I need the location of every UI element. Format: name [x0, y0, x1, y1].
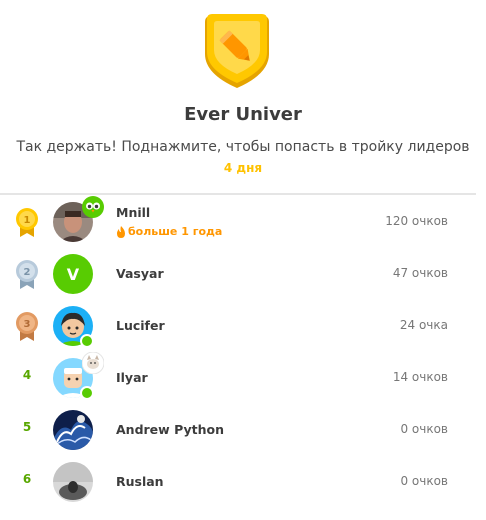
leaderboard-row[interactable]: 1 Mnill больше 1 года 120 очков [0, 196, 476, 248]
rank-number: 4 [22, 368, 32, 382]
rank-number: 1 [24, 215, 31, 226]
fire-icon [117, 225, 125, 238]
user-name[interactable]: Mnill [116, 205, 150, 220]
avatar[interactable] [53, 410, 93, 450]
leaderboard-row[interactable]: 2 V Vasyar 47 очков [0, 248, 476, 300]
gold-medal-icon: 1 [16, 208, 38, 237]
user-name[interactable]: Andrew Python [116, 422, 224, 437]
user-name[interactable]: Ilyar [116, 370, 148, 385]
xp-value: 14 очков [392, 370, 448, 384]
bronze-medal-icon: 3 [16, 312, 38, 341]
avatar[interactable]: V [53, 254, 93, 294]
rank-number: 2 [24, 267, 31, 278]
user-name[interactable]: Lucifer [116, 318, 165, 333]
leaderboard-row[interactable]: 4 Ilyar 14 очков [0, 352, 476, 404]
user-name[interactable]: Vasyar [116, 266, 164, 281]
league-title: Ever Univer [184, 104, 302, 125]
owl-badge-icon [82, 196, 104, 218]
rank-number: 6 [22, 472, 32, 486]
streak-text: больше 1 года [128, 225, 223, 238]
rank-number: 3 [24, 319, 31, 330]
user-name[interactable]: Ruslan [116, 474, 164, 489]
avatar-letter: V [66, 264, 80, 284]
days-left: 4 дня [223, 161, 263, 175]
xp-value: 24 очка [399, 318, 448, 332]
rank-number: 5 [22, 420, 32, 434]
cat-badge-icon [82, 352, 104, 374]
avatar[interactable] [53, 462, 93, 502]
xp-value: 0 очков [400, 474, 448, 488]
leaderboard-row[interactable]: 3 Lucifer 24 очка [0, 300, 476, 352]
league-leaderboard: Ever Univer Так держать! Поднажмите, что… [0, 0, 486, 520]
online-indicator [80, 334, 94, 348]
leaderboard-row[interactable]: 6 Ruslan 0 очков [0, 456, 476, 508]
gold-shield-pencil-icon [205, 14, 269, 88]
xp-value: 47 очков [392, 266, 448, 280]
xp-value: 0 очков [400, 422, 448, 436]
streak-label: больше 1 года [116, 225, 222, 238]
online-indicator [80, 386, 94, 400]
league-subtitle: Так держать! Поднажмите, чтобы попасть в… [16, 139, 470, 155]
silver-medal-icon: 2 [16, 260, 38, 289]
divider [0, 193, 476, 195]
leaderboard-row[interactable]: 5 Andrew Python 0 очков [0, 404, 476, 456]
xp-value: 120 очков [385, 214, 448, 228]
